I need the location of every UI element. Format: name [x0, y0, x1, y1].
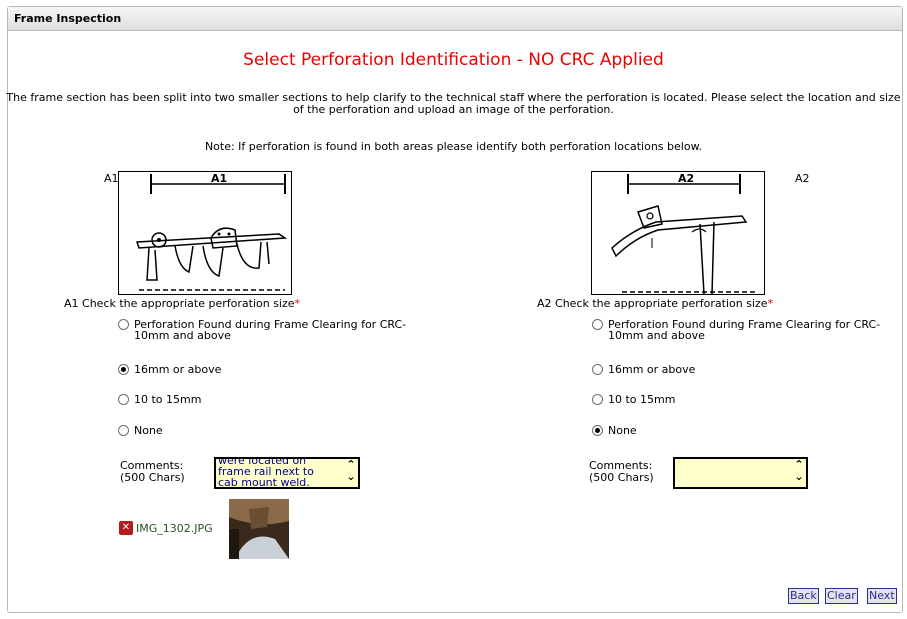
page-title: Select Perforation Identification - NO C… [243, 50, 664, 70]
a2-option-none[interactable]: None [592, 425, 637, 436]
a2-tag: A2 [795, 172, 810, 185]
a2-diagram-label: A2 [678, 172, 694, 185]
a1-option-none[interactable]: None [118, 425, 163, 436]
panel-title: Frame Inspection [8, 7, 902, 31]
a1-option-10-15mm[interactable]: 10 to 15mm [118, 394, 201, 405]
a1-option-crc[interactable]: Perforation Found during Frame Clearing … [118, 319, 438, 341]
a2-check-label: A2 Check the appropriate perforation siz… [537, 297, 774, 310]
scroll-down-icon[interactable]: ⌄ [344, 471, 358, 483]
a2-comments-label: Comments: (500 Chars) [589, 459, 654, 484]
a1-option-16mm[interactable]: 16mm or above [118, 364, 221, 375]
a2-radio-10-15mm[interactable] [592, 394, 603, 405]
a1-frame-diagram: A1 [118, 171, 292, 295]
a2-option-10-15mm[interactable]: 10 to 15mm [592, 394, 675, 405]
a1-radio-10-15mm[interactable] [118, 394, 129, 405]
a1-radio-crc[interactable] [118, 319, 129, 330]
a2-radio-none[interactable] [592, 425, 603, 436]
a2-frame-diagram: A2 [591, 171, 765, 295]
a1-attachment-filename[interactable]: IMG_1302.JPG [136, 522, 213, 535]
a1-check-label: A1 Check the appropriate perforation siz… [64, 297, 301, 310]
a1-diagram-label: A1 [211, 172, 227, 185]
a2-required-marker: * [767, 297, 774, 310]
a1-tag: A1 [104, 172, 119, 185]
a2-comments-field[interactable]: ⌃ ⌄ [673, 457, 808, 489]
note-text: Note: If perforation is found in both ar… [204, 140, 703, 153]
a1-radio-none[interactable] [118, 425, 129, 436]
a1-comments-field[interactable]: were located on frame rail next to cab m… [214, 457, 360, 489]
a1-required-marker: * [294, 297, 301, 310]
delete-x-icon[interactable]: ✕ [119, 521, 133, 535]
a2-option-crc[interactable]: Perforation Found during Frame Clearing … [592, 319, 902, 341]
a2-option-16mm[interactable]: 16mm or above [592, 364, 695, 375]
a2-comments-scrollbar[interactable]: ⌃ ⌄ [792, 459, 806, 487]
a1-comments-scrollbar[interactable]: ⌃ ⌄ [344, 459, 358, 487]
a1-comments-label: Comments: (500 Chars) [120, 459, 185, 484]
clear-button[interactable]: Clear [825, 588, 858, 604]
a1-radio-16mm[interactable] [118, 364, 129, 375]
a1-comments-value: were located on frame rail next to cab m… [218, 457, 314, 489]
next-button[interactable]: Next [867, 588, 897, 604]
back-button[interactable]: Back [788, 588, 819, 604]
a1-attachment-thumbnail[interactable] [229, 499, 289, 559]
a2-radio-16mm[interactable] [592, 364, 603, 375]
a2-radio-crc[interactable] [592, 319, 603, 330]
intro-text: The frame section has been split into tw… [6, 91, 901, 116]
scroll-down-icon[interactable]: ⌄ [792, 471, 806, 483]
